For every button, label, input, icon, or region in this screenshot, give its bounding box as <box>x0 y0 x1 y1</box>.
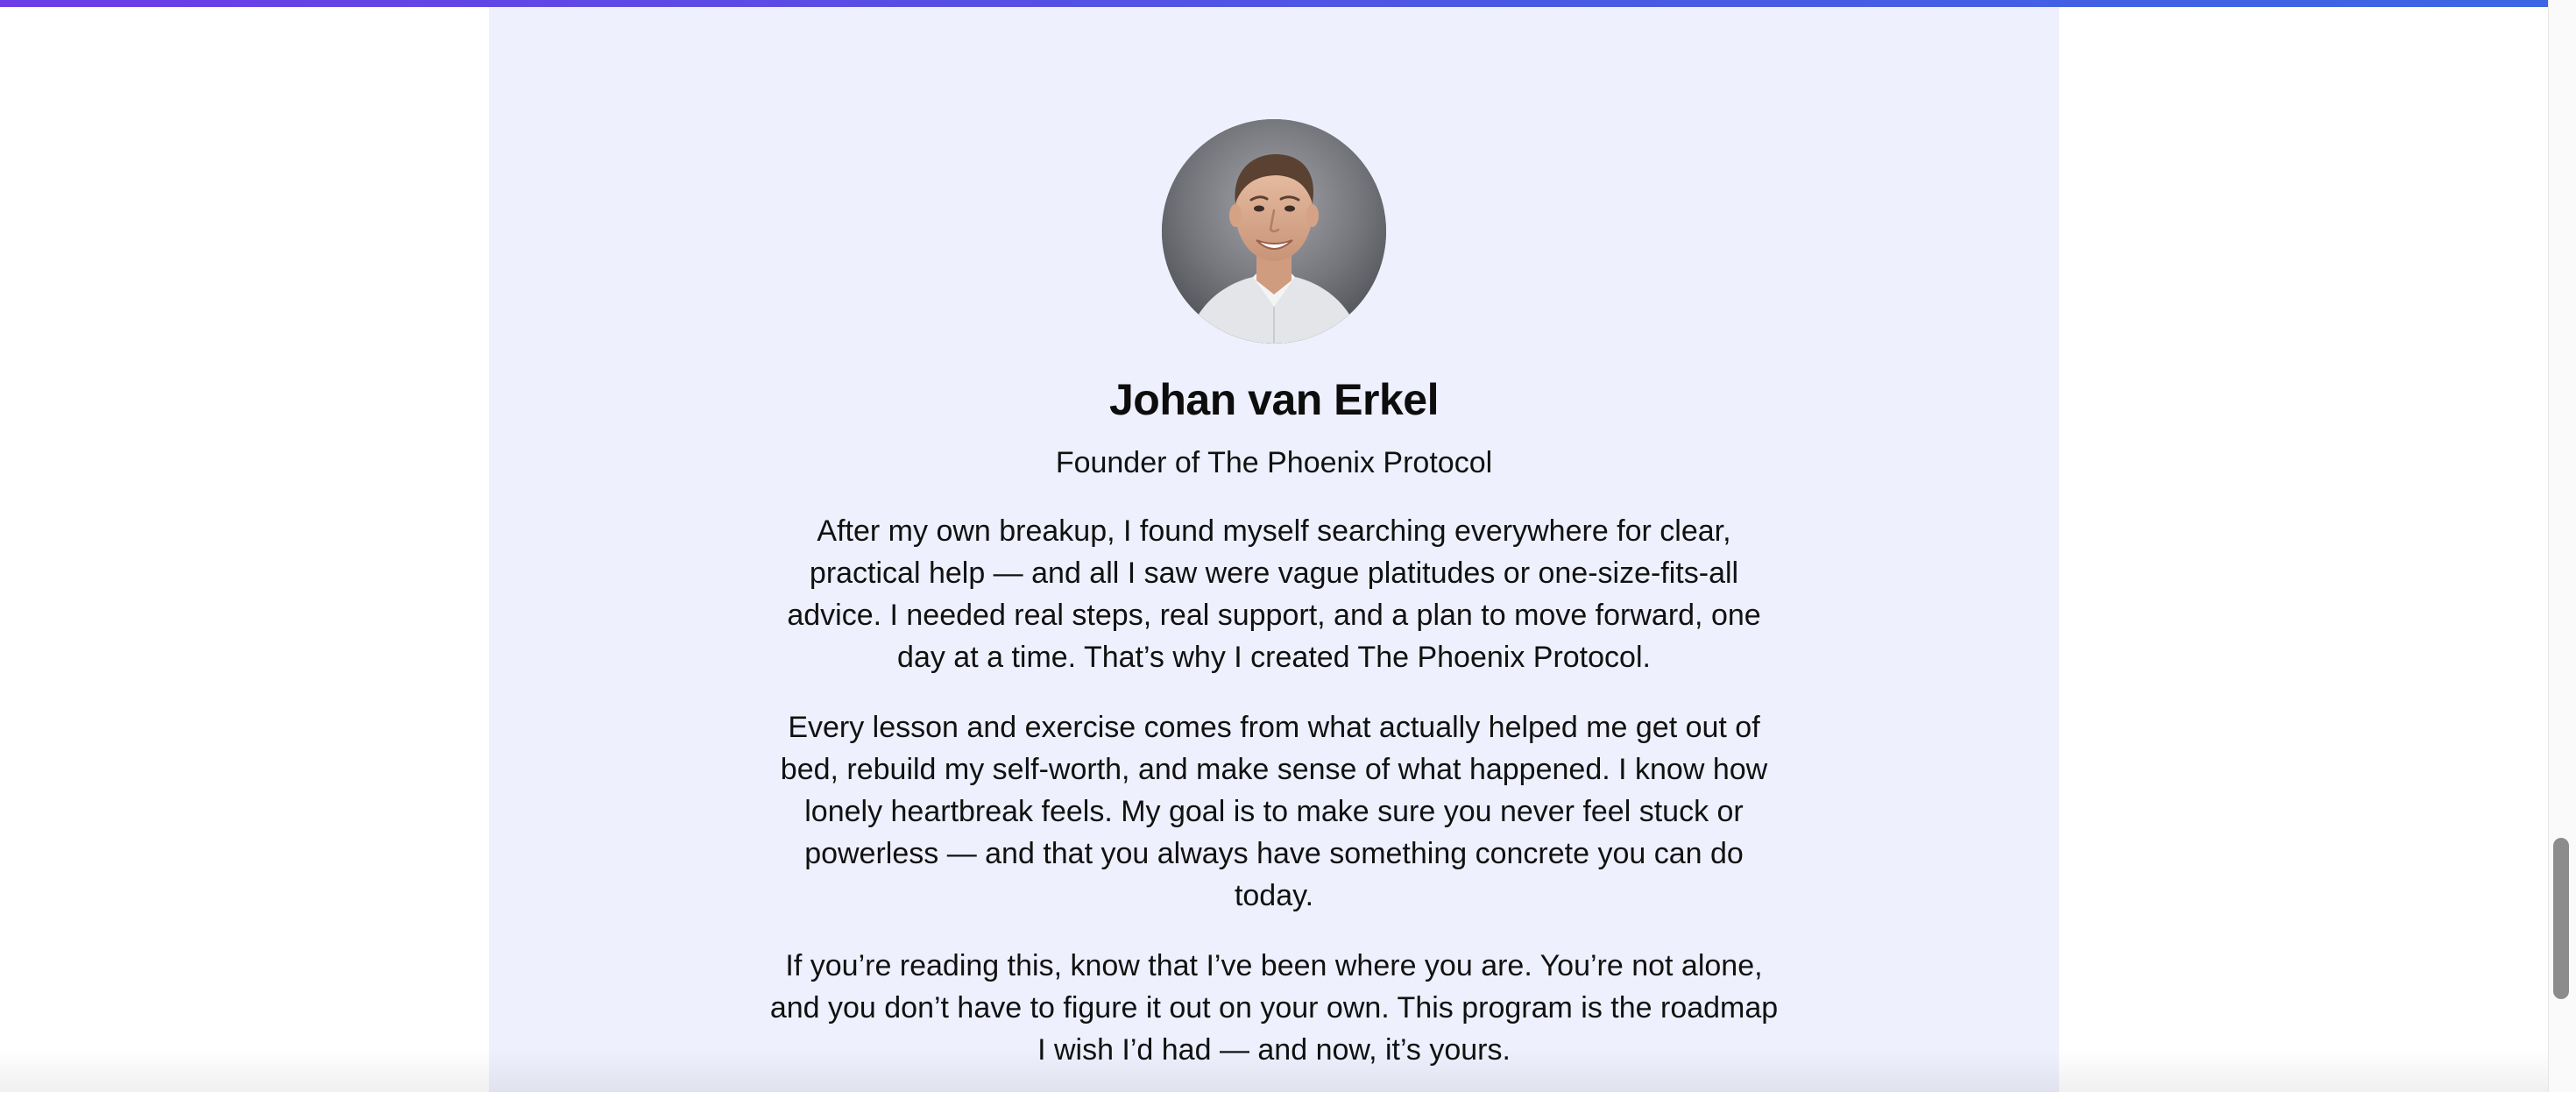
scrollbar-thumb[interactable] <box>2553 838 2569 999</box>
founder-bio: After my own breakup, I found myself sea… <box>762 510 1786 1099</box>
top-accent-bar <box>0 0 2548 7</box>
bio-paragraph-3: If you’re reading this, know that I’ve b… <box>769 949 1779 1067</box>
portrait-image <box>1162 119 1386 344</box>
founder-title: Founder of The Phoenix Protocol <box>1055 446 1493 479</box>
founder-avatar <box>1162 119 1386 344</box>
page: Johan van Erkel Founder of The Phoenix P… <box>0 0 2548 1092</box>
founder-name: Johan van Erkel <box>1109 375 1440 424</box>
bio-paragraph-1: After my own breakup, I found myself sea… <box>787 514 1761 674</box>
bio-paragraph-2: Every lesson and exercise comes from wha… <box>780 711 1768 912</box>
